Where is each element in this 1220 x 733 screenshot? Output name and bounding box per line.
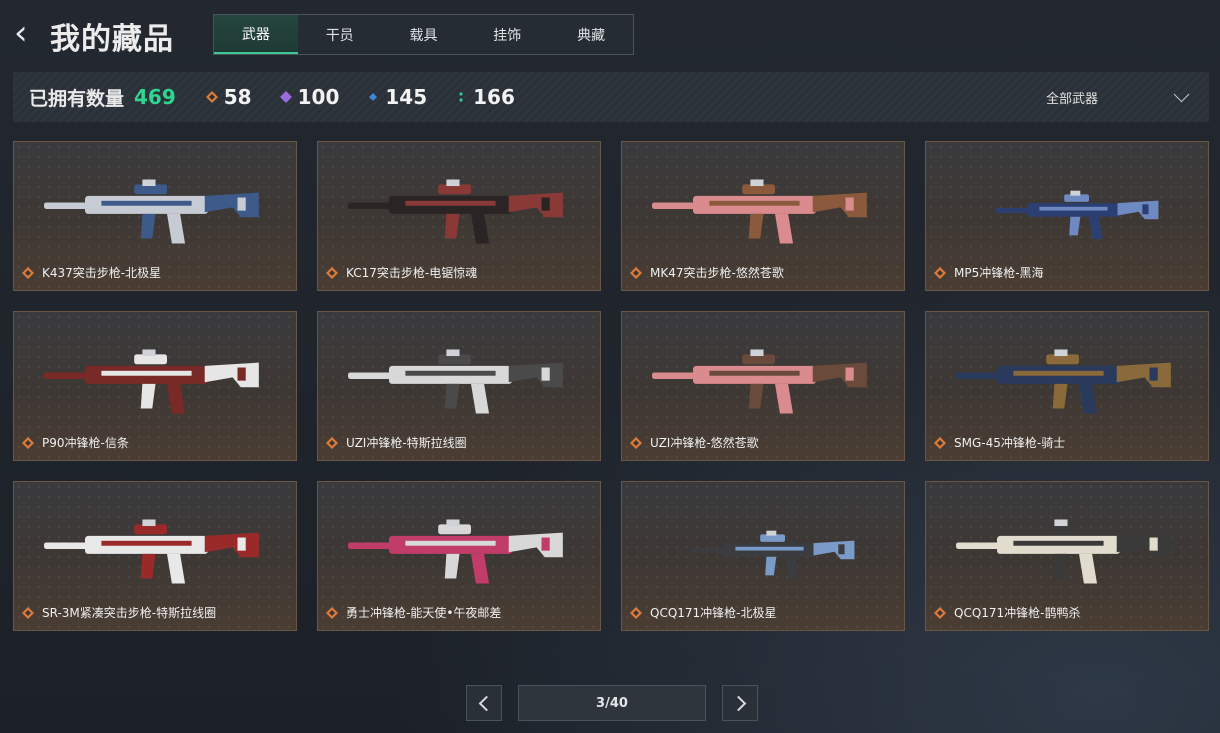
weapon-card[interactable]: 勇士冲锋枪-能天使•午夜邮差 [317,481,601,631]
tab-charms[interactable]: 挂饰 [465,15,549,54]
weapon-card[interactable]: QCQ171冲锋枪-鹊鸭杀 [925,481,1209,631]
weapon-name-row: KC17突击步枪-电锯惊魂 [326,264,477,281]
orange-diamond-icon [22,606,34,619]
orange-diamond-icon [205,91,218,103]
weapon-card[interactable]: SR-3M紧凑突击步枪-特斯拉线圈 [13,481,297,631]
orange-diamond-icon [934,436,946,449]
chevron-right-icon [730,695,746,711]
weapon-card[interactable]: MP5冲锋枪-黑海 [925,141,1209,291]
orange-diamond-icon [22,436,34,449]
green-dots-icon [459,92,463,102]
orange-diamond-icon [22,266,34,279]
weapon-name: MP5冲锋枪-黑海 [954,266,1044,280]
weapon-name-row: MK47突击步枪-悠然苍歌 [630,264,784,281]
prev-page-button[interactable] [466,685,502,721]
weapon-image [44,519,259,584]
weapon-image [348,349,563,414]
weapon-name-row: SMG-45冲锋枪-骑士 [934,434,1065,451]
weapon-name: P90冲锋枪-信条 [42,436,129,450]
owned-count-label: 已拥有数量 [29,87,125,110]
page-title: 我的藏品 [50,22,174,57]
rarity-count-value: 145 [385,85,428,109]
weapon-name: SR-3M紧凑突击步枪-特斯拉线圈 [42,606,217,620]
weapon-name-row: 勇士冲锋枪-能天使•午夜邮差 [326,604,501,621]
weapon-name-row: QCQ171冲锋枪-鹊鸭杀 [934,604,1081,621]
weapon-image [44,179,259,244]
next-page-button[interactable] [722,685,758,721]
rarity-count-purple: 100 [279,85,340,109]
weapon-card[interactable]: KC17突击步枪-电锯惊魂 [317,141,601,291]
rarity-count-value: 58 [223,85,252,109]
weapon-image [956,519,1171,584]
orange-diamond-icon [934,266,946,279]
weapon-name: QCQ171冲锋枪-鹊鸭杀 [954,606,1081,620]
tab-weapons[interactable]: 武器 [214,15,298,54]
rarity-count-blue: 145 [367,85,427,109]
chevron-left-icon: ‹ [14,13,28,53]
tab-vehicles[interactable]: 载具 [382,15,466,54]
orange-diamond-icon [934,606,946,619]
weapon-image [348,519,563,584]
weapon-name: 勇士冲锋枪-能天使•午夜邮差 [346,606,502,620]
weapon-name: UZI冲锋枪-悠然苍歌 [650,436,759,450]
weapon-image [652,179,867,244]
orange-diamond-icon [630,606,642,619]
weapon-card[interactable]: UZI冲锋枪-悠然苍歌 [621,311,905,461]
weapon-name-row: UZI冲锋枪-悠然苍歌 [630,434,759,451]
weapon-card[interactable]: UZI冲锋枪-特斯拉线圈 [317,311,601,461]
weapon-name-row: K437突击步枪-北极星 [22,264,161,281]
weapon-name: KC17突击步枪-电锯惊魂 [346,266,478,280]
weapon-image [692,530,855,580]
weapon-image [348,179,563,244]
weapon-name-row: MP5冲锋枪-黑海 [934,264,1044,281]
weapon-name-row: SR-3M紧凑突击步枪-特斯拉线圈 [22,604,216,621]
orange-diamond-icon [326,606,338,619]
weapon-grid: K437突击步枪-北极星 KC17突击步枪-电锯惊魂 MK47突击步枪-悠然苍歌 MP… [13,141,1209,631]
weapon-image [996,190,1159,240]
orange-diamond-icon [326,436,338,449]
weapon-image [44,349,259,414]
back-button[interactable]: ‹ [14,16,40,50]
collection-page: ‹ 我的藏品 武器 干员 载具 挂饰 典藏 已拥有数量 469 58 100 1… [0,0,1220,733]
chevron-down-icon [1173,86,1190,102]
weapon-image [652,349,867,414]
weapon-card[interactable]: K437突击步枪-北极星 [13,141,297,291]
blue-diamond-icon [369,93,378,101]
category-tabs: 武器 干员 载具 挂饰 典藏 [213,14,634,55]
weapon-card[interactable]: MK47突击步枪-悠然苍歌 [621,141,905,291]
orange-diamond-icon [326,266,338,279]
weapon-card[interactable]: QCQ171冲锋枪-北极星 [621,481,905,631]
filter-selected-value: 全部武器 [1045,91,1098,107]
purple-diamond-icon [279,91,292,103]
orange-diamond-icon [630,436,642,449]
ownership-stats-bar: 已拥有数量 469 58 100 145 166 全部武器 [13,72,1209,122]
weapon-name-row: UZI冲锋枪-特斯拉线圈 [326,434,467,451]
tab-operators[interactable]: 干员 [298,15,382,54]
rarity-count-value: 100 [297,85,340,109]
orange-diamond-icon [630,266,642,279]
weapon-card[interactable]: SMG-45冲锋枪-骑士 [925,311,1209,461]
rarity-count-green: 166 [455,85,515,109]
weapon-name-row: P90冲锋枪-信条 [22,434,129,451]
weapon-name: K437突击步枪-北极星 [42,266,162,280]
weapon-name: SMG-45冲锋枪-骑士 [954,436,1066,450]
weapon-image [956,349,1171,414]
tab-collectibles[interactable]: 典藏 [549,15,633,54]
weapon-name-row: QCQ171冲锋枪-北极星 [630,604,777,621]
weapon-card[interactable]: P90冲锋枪-信条 [13,311,297,461]
weapon-filter-dropdown[interactable]: 全部武器 [1045,72,1190,122]
chevron-left-icon [478,695,494,711]
rarity-count-value: 166 [473,85,515,109]
weapon-name: UZI冲锋枪-特斯拉线圈 [346,436,467,450]
weapon-name: MK47突击步枪-悠然苍歌 [650,266,784,280]
weapon-name: QCQ171冲锋枪-北极星 [650,606,777,620]
rarity-count-orange: 58 [205,85,252,109]
owned-total: 469 [134,85,176,109]
page-indicator: 3/40 [518,685,706,721]
